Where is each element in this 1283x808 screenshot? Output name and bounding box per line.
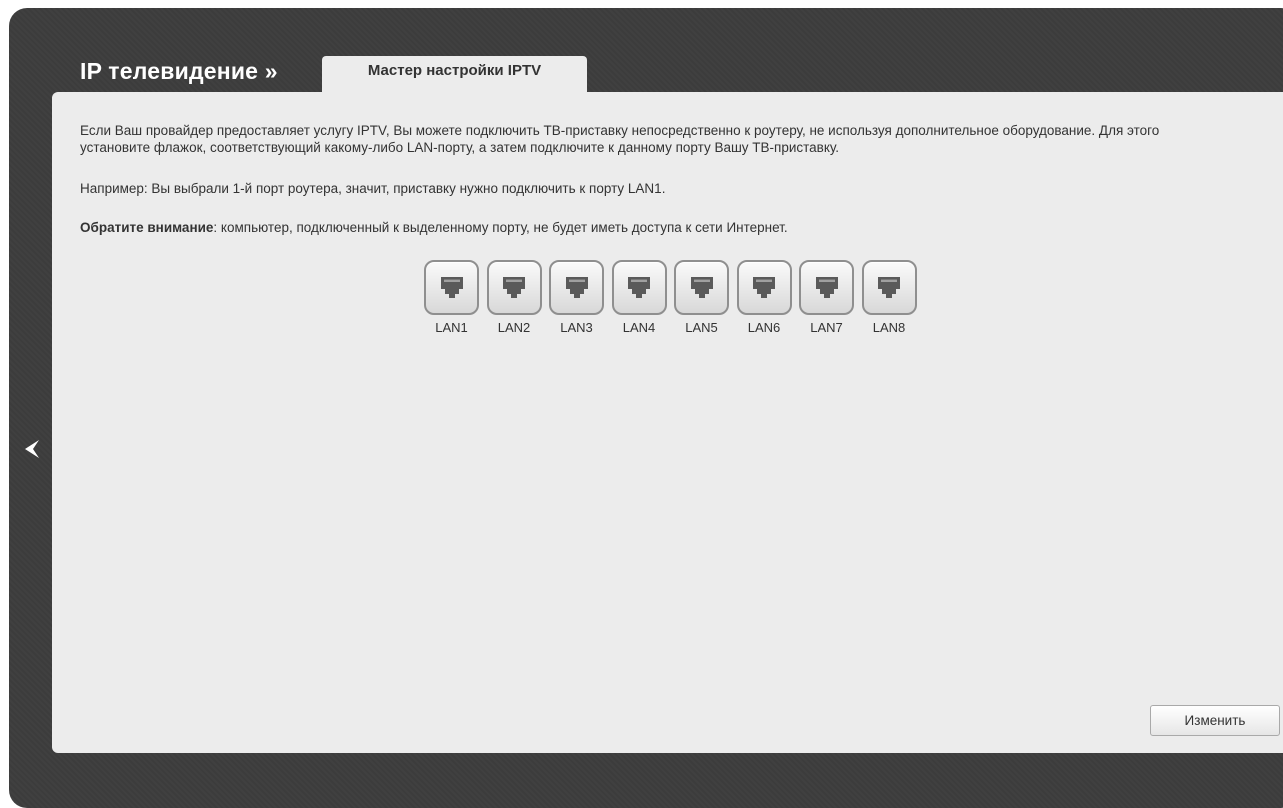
ethernet-port-icon[interactable] <box>611 260 667 315</box>
port-label: LAN5 <box>685 320 718 335</box>
port-label: LAN6 <box>747 320 781 335</box>
chevron-left-icon[interactable] <box>22 438 42 460</box>
port-lan3[interactable]: LAN3 <box>549 260 612 335</box>
port-lan7[interactable]: LAN7 <box>799 260 862 335</box>
port-label: LAN8 <box>872 320 906 335</box>
ethernet-port-icon[interactable] <box>549 260 604 315</box>
port-lan4[interactable]: LAN4 <box>611 260 675 335</box>
port-label: LAN3 <box>560 320 593 335</box>
notice-body: : компьютер, подключенный к выделенному … <box>213 220 788 235</box>
port-lan2[interactable]: LAN2 <box>486 260 550 335</box>
ethernet-port-icon[interactable] <box>799 260 854 315</box>
port-lan6[interactable]: LAN6 <box>736 260 800 335</box>
ethernet-port-icon[interactable] <box>486 260 542 315</box>
port-label: LAN2 <box>497 320 531 335</box>
lan-port-selector: LAN1 LAN2 LAN3 LAN4 LAN5 LAN6 LAN7 LAN8 <box>424 260 924 335</box>
ethernet-port-icon[interactable] <box>736 260 792 315</box>
tab-iptv-wizard[interactable]: Мастер настройки IPTV <box>322 56 587 96</box>
page-title: IP телевидение » <box>80 58 278 84</box>
ethernet-port-icon[interactable] <box>861 260 917 315</box>
description-text: Если Ваш провайдер предоставляет услугу … <box>80 123 1160 155</box>
edit-button[interactable]: Изменить <box>1150 705 1280 736</box>
port-lan1[interactable]: LAN1 <box>424 260 487 335</box>
example-text: Например: Вы выбрали 1-й порт роутера, з… <box>80 181 666 196</box>
port-label: LAN7 <box>810 320 843 335</box>
notice-label: Обратите внимание <box>80 220 214 235</box>
port-label: LAN4 <box>622 320 656 335</box>
port-label: LAN1 <box>435 320 468 335</box>
port-lan8[interactable]: LAN8 <box>861 260 925 335</box>
ethernet-port-icon[interactable] <box>424 260 479 315</box>
port-lan5[interactable]: LAN5 <box>674 260 737 335</box>
notice-text: Обратите внимание: компьютер, подключенн… <box>80 220 788 235</box>
ethernet-port-icon[interactable] <box>674 260 729 315</box>
